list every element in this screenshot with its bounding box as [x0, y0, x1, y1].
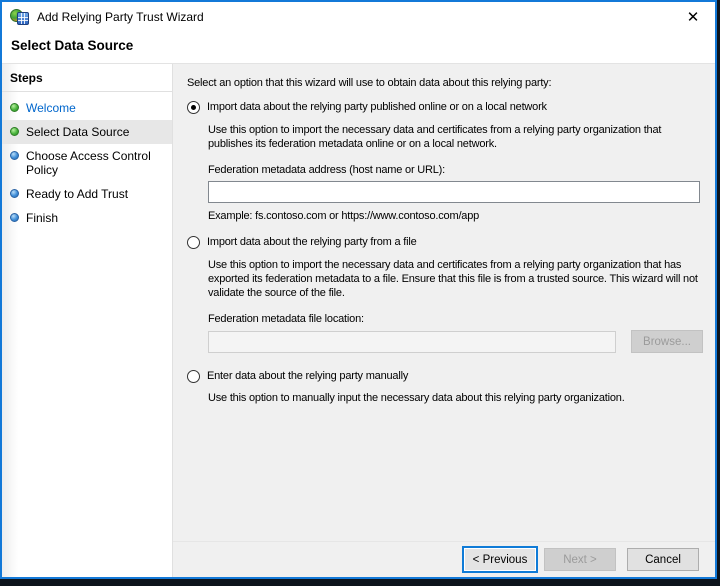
option-enter-manually[interactable]: Enter data about the relying party manua… [187, 370, 703, 383]
step-todo-bullet-icon [10, 151, 19, 160]
option-label: Enter data about the relying party manua… [207, 370, 409, 382]
steps-sidebar: Steps Welcome Select Data Source Choose … [2, 64, 173, 577]
metadata-address-input[interactable] [208, 181, 700, 203]
metadata-address-label: Federation metadata address (host name o… [208, 164, 445, 176]
steps-header: Steps [2, 69, 172, 92]
option-label: Import data about the relying party publ… [207, 101, 547, 113]
step-done-bullet-icon [10, 103, 19, 112]
page-title: Select Data Source [11, 38, 134, 53]
option-file-description: Use this option to import the necessary … [208, 259, 698, 299]
step-done-bullet-icon [10, 127, 19, 136]
metadata-file-label: Federation metadata file location: [208, 313, 364, 325]
step-label: Finish [26, 211, 59, 225]
metadata-address-example: Example: fs.contoso.com or https://www.c… [208, 210, 480, 222]
step-label: Welcome [26, 101, 76, 115]
instruction-text: Select an option that this wizard will u… [187, 77, 552, 89]
radio-import-file[interactable] [187, 236, 200, 249]
step-todo-bullet-icon [10, 213, 19, 222]
cancel-button[interactable]: Cancel [627, 548, 699, 571]
step-welcome: Welcome [2, 96, 172, 120]
previous-button[interactable]: < Previous [464, 548, 536, 571]
metadata-file-row: Browse... [208, 330, 703, 353]
wizard-window: Add Relying Party Trust Wizard ✕ Select … [0, 0, 717, 579]
option-import-file[interactable]: Import data about the relying party from… [187, 236, 703, 249]
building-icon [17, 12, 29, 25]
wizard-content: Select an option that this wizard will u… [173, 64, 715, 541]
window-title: Add Relying Party Trust Wizard [37, 10, 204, 24]
relying-party-trust-icon [10, 8, 30, 26]
option-label: Import data about the relying party from… [207, 236, 417, 248]
metadata-file-input[interactable] [208, 330, 616, 353]
option-online-description: Use this option to import the necessary … [208, 124, 662, 150]
step-label: Select Data Source [26, 125, 130, 139]
button-bar: < Previous Next > Cancel [173, 541, 715, 577]
radio-enter-manually[interactable] [187, 370, 200, 383]
radio-import-online[interactable] [187, 101, 200, 114]
page-heading-row: Select Data Source [2, 32, 715, 64]
close-icon[interactable]: ✕ [671, 2, 715, 32]
step-todo-bullet-icon [10, 189, 19, 198]
option-manual-description: Use this option to manually input the ne… [208, 392, 625, 404]
step-select-data-source: Select Data Source [2, 120, 172, 144]
step-finish: Finish [2, 206, 172, 230]
title-bar[interactable]: Add Relying Party Trust Wizard ✕ [2, 2, 715, 32]
step-label: Choose Access Control Policy [26, 149, 151, 177]
option-import-online[interactable]: Import data about the relying party publ… [187, 101, 703, 114]
step-label: Ready to Add Trust [26, 187, 129, 201]
next-button[interactable]: Next > [544, 548, 616, 571]
browse-button[interactable]: Browse... [631, 330, 703, 353]
step-choose-access-control-policy: Choose Access Control Policy [2, 144, 172, 182]
step-ready-to-add-trust: Ready to Add Trust [2, 182, 172, 206]
